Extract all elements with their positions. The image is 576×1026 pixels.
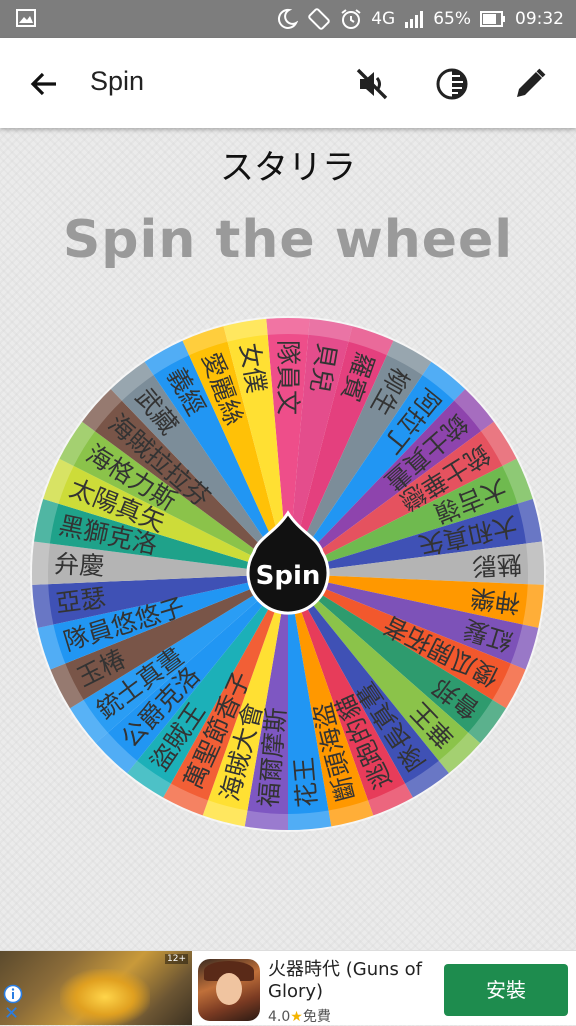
spin-wheel[interactable]: 隊員文 貝兒羅賓柳生阿拉丁銃士真晝銃士華戀大吉嶺大和真矢魅影神樂紅髮傻瓜開拓者鲁邦… (0, 0, 576, 950)
wheel-slice-label: 隊員文 (274, 340, 303, 415)
close-ad-icon[interactable]: ✕ (4, 1005, 19, 1023)
app-icon[interactable] (198, 959, 260, 1021)
wheel-slice-label: 魅影 (471, 550, 522, 581)
price: 免費 (302, 1009, 331, 1025)
app-name: 火器時代 (Guns of Glory) (268, 959, 422, 1002)
ad-banner[interactable]: 12+ ✕ 火器時代 (Guns of Glory) 4.0★免費 安裝 (0, 950, 576, 1025)
wheel-slice-label: 弁慶 (54, 550, 105, 581)
app-rating: 4.0★免費 (268, 1006, 331, 1026)
wheel-slice-label: 花王 (289, 756, 322, 808)
age-rating-badge: 12+ (165, 954, 188, 964)
info-icon[interactable] (3, 984, 23, 1004)
rating-value: 4.0 (268, 1009, 291, 1025)
install-button[interactable]: 安裝 (444, 964, 568, 1016)
ad-image[interactable]: 12+ (0, 951, 192, 1025)
star-icon: ★ (290, 1009, 303, 1025)
spin-button-label: Spin (256, 561, 321, 591)
